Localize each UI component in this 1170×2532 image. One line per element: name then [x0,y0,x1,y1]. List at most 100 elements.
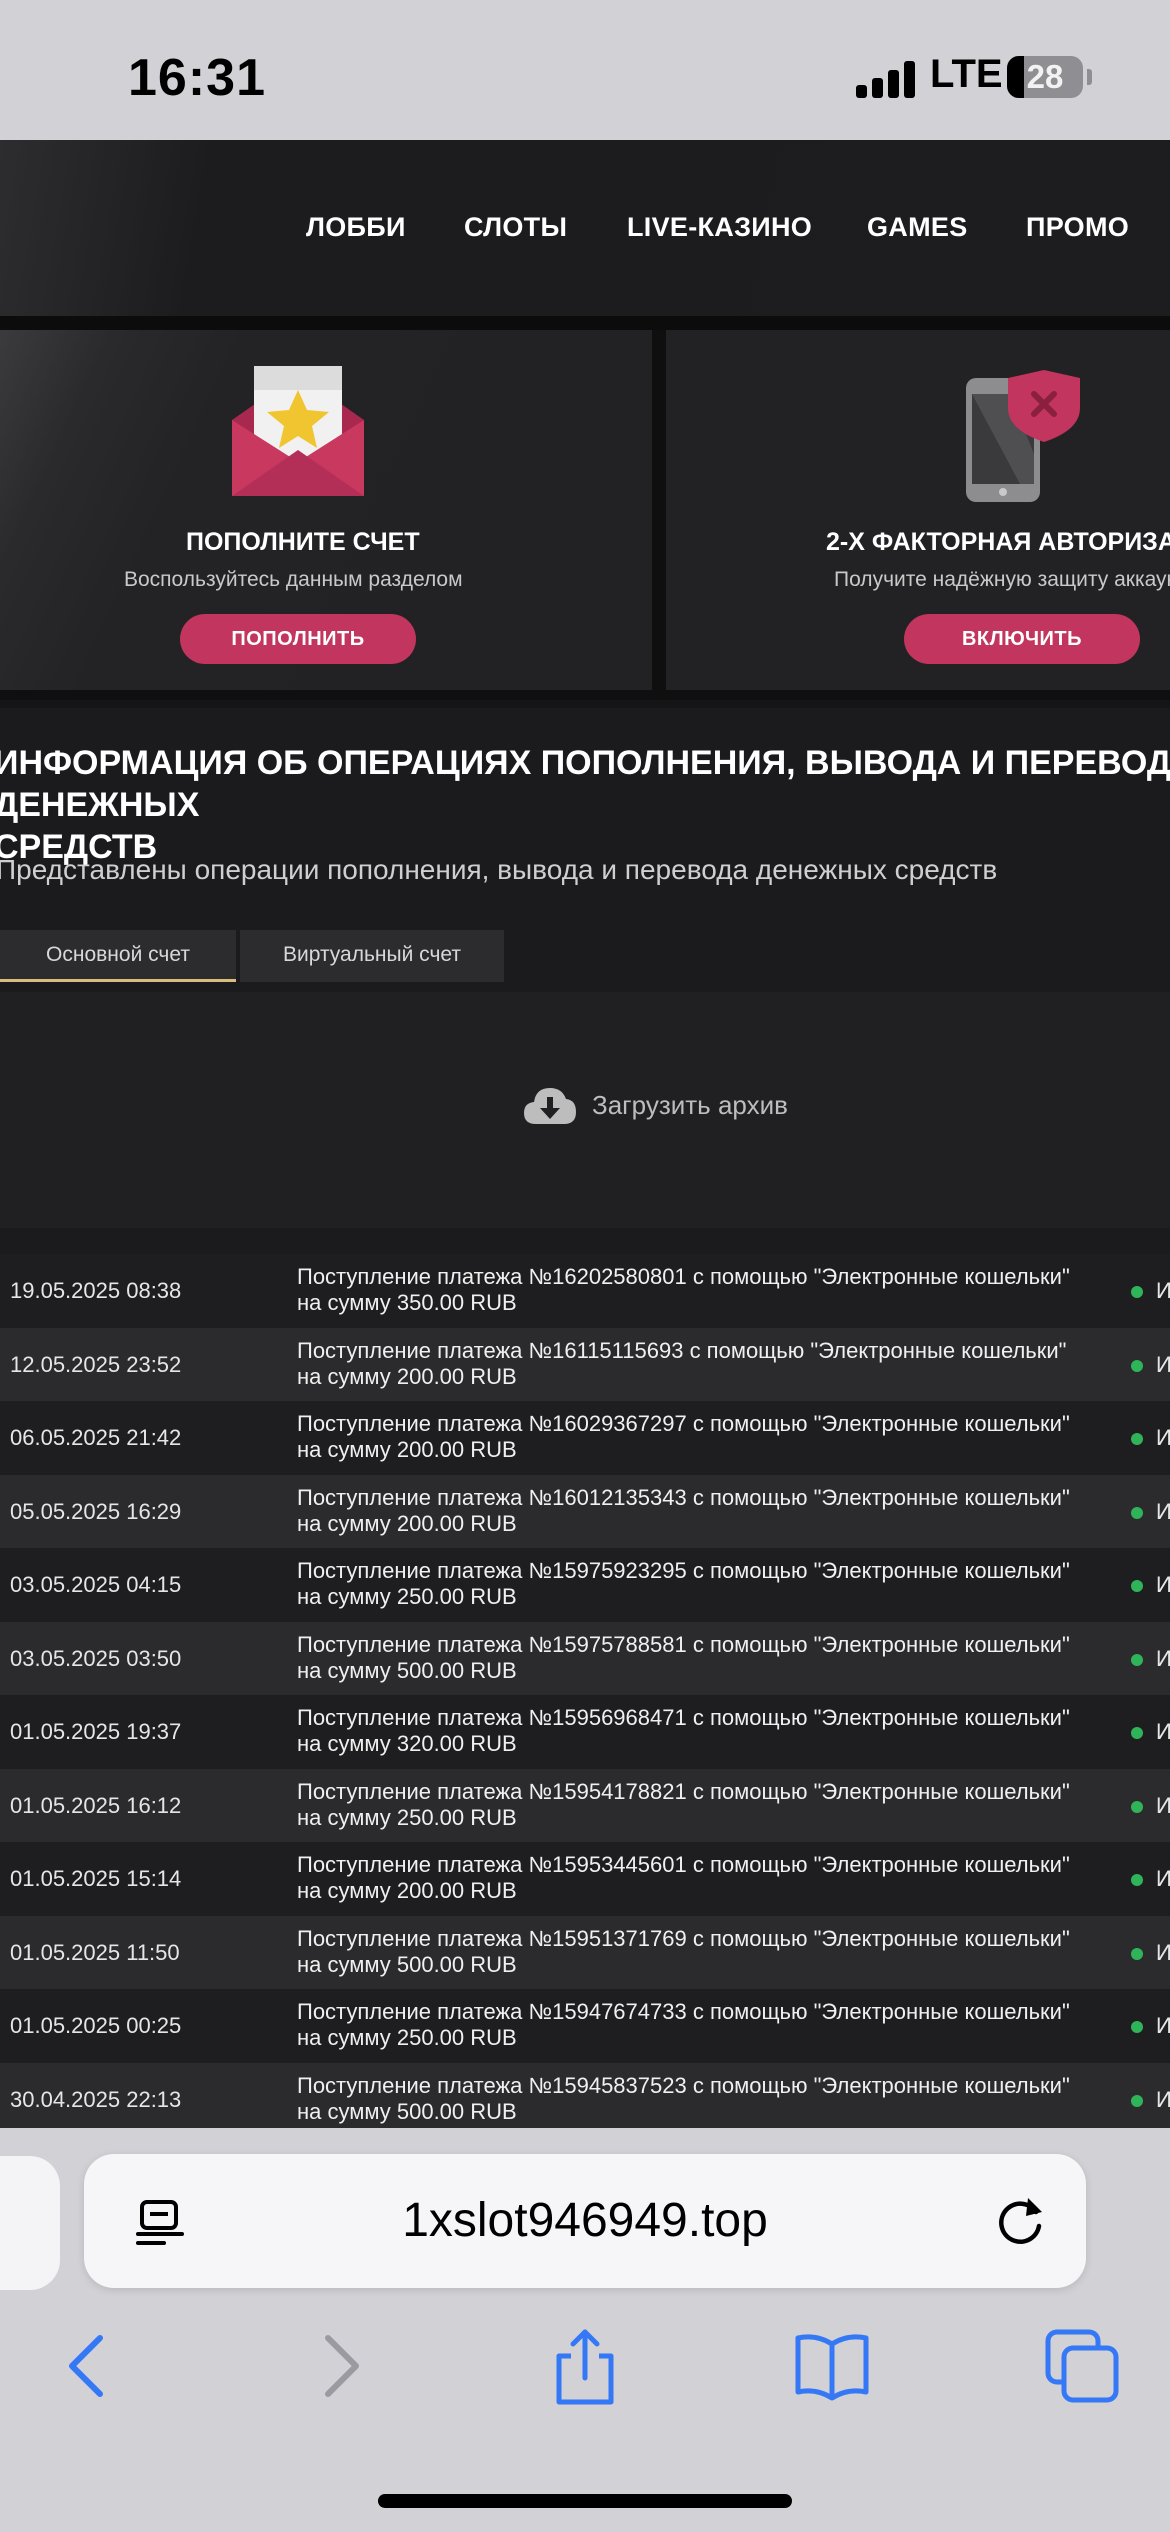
nav-games[interactable]: GAMES [867,212,968,243]
tx-date: 03.05.2025 04:15 [10,1572,182,1597]
status-dot-icon [1131,1727,1143,1739]
table-row[interactable]: 01.05.2025 15:14 Поступление платежа №159… [0,1842,1170,1916]
header-divider [0,316,1170,330]
site-header: ЛОББИ СЛОТЫ LIVE-КАЗИНО GAMES ПРОМО [0,140,1170,316]
table-row[interactable]: 30.04.2025 22:13 Поступление платежа №159… [0,2062,1170,2136]
tx-status: И [1156,1939,1170,1965]
tx-date: 30.04.2025 22:13 [10,2086,182,2112]
tx-description: Поступление платежа №15951371769 с помощ… [297,1926,1070,1978]
nav-live-casino[interactable]: LIVE-КАЗИНО [627,212,812,243]
reload-icon[interactable] [992,2192,1048,2250]
tab-main-account[interactable]: Основной счет [0,930,236,982]
tx-status: И [1156,1425,1170,1450]
tabs-icon[interactable] [1042,2326,1122,2406]
table-row[interactable]: 03.05.2025 04:15 Поступление платежа №159… [0,1548,1170,1622]
deposit-title: ПОПОЛНИТЕ СЧЕТ [186,528,420,556]
share-icon[interactable] [545,2326,625,2406]
transactions-table: 19.05.2025 08:38 Поступление платежа №162… [0,1254,1170,2136]
deposit-button[interactable]: ПОПОЛНИТЬ [180,614,416,664]
tx-amount-line: на сумму 200.00 RUB [297,1437,517,1462]
table-row[interactable]: 05.05.2025 16:29 Поступление платежа №160… [0,1474,1170,1548]
operations-section: ИНФОРМАЦИЯ ОБ ОПЕРАЦИЯХ ПОПОЛНЕНИЯ, ВЫВО… [0,708,1170,2140]
tx-description-line: Поступление платежа №15956968471 с помощ… [297,1705,1070,1730]
address-bar[interactable]: 1xslot946949.top [84,2154,1086,2288]
tx-date: 05.05.2025 16:29 [10,1498,182,1524]
archive-download[interactable]: Загрузить архив [0,992,1170,1228]
tx-description-line: Поступление платежа №15954178821 с помощ… [297,1778,1070,1804]
tx-amount-line: на сумму 200.00 RUB [297,1363,517,1389]
table-row[interactable]: 12.05.2025 23:52 Поступление платежа №161… [0,1327,1170,1401]
tx-status: И [1156,1572,1170,1597]
nav-lobby[interactable]: ЛОББИ [306,212,406,243]
tx-description: Поступление платежа №16029367297 с помощ… [297,1411,1070,1463]
table-row[interactable]: 01.05.2025 11:50 Поступление платежа №159… [0,1915,1170,1989]
tx-description-line: Поступление платежа №16012135343 с помощ… [297,1484,1070,1510]
archive-label[interactable]: Загрузить архив [592,1090,788,1121]
browser-chrome: 1xslot946949.top [0,2128,1170,2532]
previous-tab-peek[interactable] [0,2156,60,2290]
tx-date: 06.05.2025 21:42 [10,1425,182,1450]
phone-shield-icon [966,370,1080,502]
enable-2fa-button[interactable]: ВКЛЮЧИТЬ [904,614,1140,664]
two-factor-subtitle: Получите надёжную защиту аккаунта [834,568,1170,591]
back-icon[interactable] [48,2326,128,2406]
status-dot-icon [1131,2094,1143,2107]
tx-status: И [1156,1792,1170,1818]
promo-cards: ПОПОЛНИТЕ СЧЕТ Воспользуйтесь данным раз… [0,330,1170,700]
tx-description: Поступление платежа №15954178821 с помощ… [297,1779,1070,1831]
tx-description: Поступление платежа №15953445601 с помощ… [297,1852,1070,1904]
tx-description: Поступление платежа №16202580801 с помощ… [297,1264,1070,1316]
tx-date: 01.05.2025 19:37 [10,1719,182,1744]
tx-status: И [1156,2013,1170,2038]
tx-description: Поступление платежа №15945837523 с помощ… [297,2073,1070,2125]
tx-status: И [1156,2086,1170,2112]
tx-amount-line: на сумму 500.00 RUB [297,1657,517,1683]
status-bar: 16:31 LTE 28 [0,0,1170,140]
tx-status: И [1156,1645,1170,1671]
status-dot-icon [1131,1286,1143,1298]
nav-slots[interactable]: СЛОТЫ [464,212,567,243]
tx-description: Поступление платежа №15956968471 с помощ… [297,1705,1070,1757]
table-row[interactable]: 06.05.2025 21:42 Поступление платежа №160… [0,1401,1170,1475]
tx-description: Поступление платежа №16012135343 с помощ… [297,1485,1070,1537]
table-row[interactable]: 01.05.2025 16:12 Поступление платежа №159… [0,1768,1170,1842]
forward-icon[interactable] [300,2326,380,2406]
url-text[interactable]: 1xslot946949.top [84,2154,1086,2288]
tx-description: Поступление платежа №16115115693 с помощ… [297,1338,1066,1390]
tx-description-line: Поступление платежа №15953445601 с помощ… [297,1852,1070,1877]
tx-amount-line: на сумму 200.00 RUB [297,1878,517,1903]
tx-status: И [1156,1351,1170,1377]
tx-description-line: Поступление платежа №16115115693 с помощ… [297,1337,1067,1363]
tx-description-line: Поступление платежа №15975923295 с помощ… [297,1558,1070,1583]
tx-date: 03.05.2025 03:50 [10,1645,182,1671]
table-row[interactable]: 19.05.2025 08:38 Поступление платежа №162… [0,1254,1170,1328]
table-row[interactable]: 01.05.2025 19:37 Поступление платежа №159… [0,1695,1170,1769]
tx-amount-line: на сумму 200.00 RUB [297,1510,517,1536]
status-dot-icon [1131,1800,1143,1813]
home-indicator [378,2494,792,2508]
table-row[interactable]: 03.05.2025 03:50 Поступление платежа №159… [0,1621,1170,1695]
battery-cap [1087,69,1092,85]
nav-promo[interactable]: ПРОМО [1026,212,1129,243]
tx-amount-line: на сумму 250.00 RUB [297,1584,517,1609]
cloud-download-icon [524,1088,576,1124]
tx-description-line: Поступление платежа №16202580801 с помощ… [297,1264,1070,1289]
operations-title: ИНФОРМАЦИЯ ОБ ОПЕРАЦИЯХ ПОПОЛНЕНИЯ, ВЫВО… [0,744,1170,866]
table-row[interactable]: 01.05.2025 00:25 Поступление платежа №159… [0,1989,1170,2063]
bookmarks-icon[interactable] [792,2326,872,2406]
status-dot-icon [1131,1506,1143,1519]
tab-virtual-account[interactable]: Виртуальный счет [240,930,504,982]
tx-date: 19.05.2025 08:38 [10,1278,182,1303]
tx-description-line: Поступление платежа №15947674733 с помощ… [297,1999,1070,2024]
deposit-subtitle: Воспользуйтесь данным разделом [124,568,463,591]
tx-description-line: Поступление платежа №15975788581 с помощ… [297,1631,1070,1657]
deposit-card: ПОПОЛНИТЕ СЧЕТ Воспользуйтесь данным раз… [0,330,652,690]
tx-amount-line: на сумму 320.00 RUB [297,1731,517,1756]
web-content[interactable]: ЛОББИ СЛОТЫ LIVE-КАЗИНО GAMES ПРОМО ПОПО… [0,140,1170,2140]
network-type: LTE [930,52,1003,96]
two-factor-card: 2-Х ФАКТОРНАЯ АВТОРИЗАЦИЯ Получите надёж… [666,330,1170,690]
status-dot-icon [1131,1874,1143,1886]
tx-description-line: Поступление платежа №16029367297 с помощ… [297,1411,1070,1436]
tx-description-line: Поступление платежа №15945837523 с помощ… [297,2072,1070,2098]
tx-status: И [1156,1719,1170,1744]
